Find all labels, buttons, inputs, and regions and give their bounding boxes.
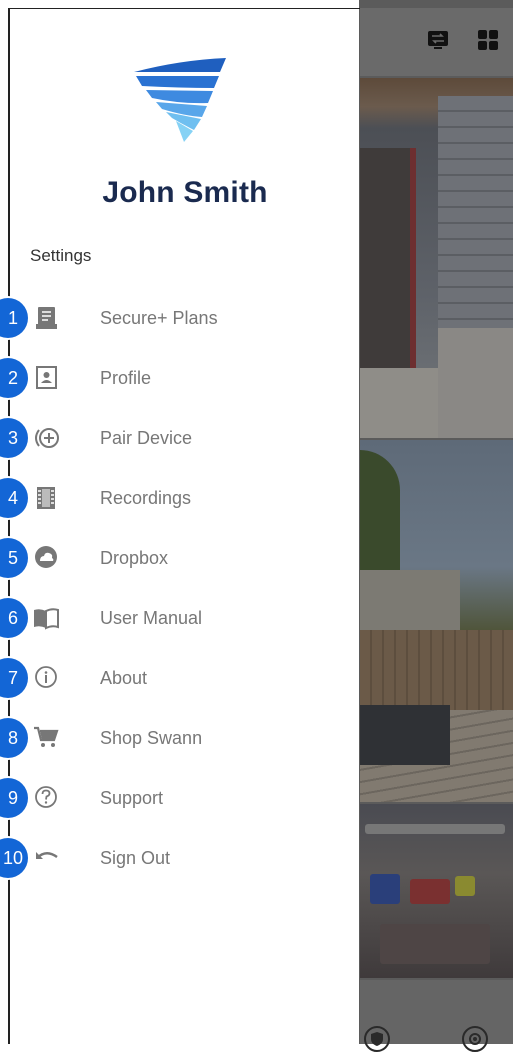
drawer-border-top [8,8,360,9]
user-name: John Smith [102,176,268,209]
menu-label: Secure+ Plans [100,308,218,328]
menu-label: Support [100,788,164,808]
grid-view-icon[interactable] [476,28,500,52]
info-icon [35,666,57,688]
sign-out-icon [36,852,58,859]
pair-device-icon [35,428,59,448]
menu-item-user-manual[interactable]: 6 User Manual [0,598,359,654]
settings-heading: Settings [30,246,92,265]
badge-number: 1 [7,308,18,328]
badge-number: 5 [7,548,18,568]
number-badge: 1 [0,298,28,338]
switch-view-icon[interactable] [426,28,450,52]
storage-box [455,876,475,896]
number-badge: 6 [0,598,28,638]
storage-bin [410,879,450,904]
menu-label: User Manual [100,608,203,628]
fence [360,630,513,710]
cloud-icon [35,546,57,568]
menu-item-pair-device[interactable]: 3 Pair Device [0,418,359,474]
menu-item-dropbox[interactable]: 5 Dropbox [0,538,359,594]
menu-label: Shop Swann [100,728,203,748]
menu-item-about[interactable]: 7 About [0,658,359,714]
number-badge: 2 [0,358,28,398]
number-badge: 7 [0,658,28,698]
menu-item-recordings[interactable]: 4 Recordings [0,478,359,534]
menu-item-profile[interactable]: 2 Profile [0,358,359,414]
number-badge: 3 [0,418,28,458]
number-badge: 4 [0,478,28,518]
stone-wall [438,328,513,438]
camera-feed-front-door[interactable] [360,78,513,438]
camera-feed-backyard[interactable] [360,440,513,802]
gear-icon[interactable] [462,1026,488,1052]
shelf [365,824,505,834]
swann-logo [134,58,226,142]
menu-label: Recordings [100,488,192,508]
menu-label: Profile [100,368,152,388]
profile-icon [36,366,57,389]
menu-item-secure-plans[interactable]: 1 Secure+ Plans [0,298,359,354]
menu-label: About [100,668,148,688]
badge-number: 7 [7,668,18,688]
help-icon [35,786,57,808]
menu-item-shop-swann[interactable]: 8 Shop Swann [0,718,359,774]
cart-icon [34,726,59,747]
porch-floor [360,368,438,438]
book-icon [34,608,59,630]
rug [360,705,450,765]
number-badge: 10 [0,838,28,878]
menu-item-sign-out[interactable]: 10 Sign Out [0,838,359,894]
menu-label: Pair Device [100,428,193,448]
number-badge: 9 [0,778,28,818]
recordings-film-icon [37,487,55,509]
number-badge: 5 [0,538,28,578]
menu-item-support[interactable]: 9 Support [0,778,359,834]
storage-bin [370,874,400,904]
badge-number: 9 [7,788,18,808]
camera-feed-garage[interactable] [360,804,513,978]
badge-number: 4 [7,488,18,508]
badge-number: 10 [2,848,24,868]
plan-document-icon [36,307,57,329]
shield-icon[interactable] [364,1026,390,1052]
menu-label: Dropbox [100,548,169,568]
badge-number: 8 [7,728,18,748]
menu-label: Sign Out [100,848,171,868]
badge-number: 6 [7,608,18,628]
badge-number: 3 [7,428,18,448]
badge-number: 2 [7,368,18,388]
number-badge: 8 [0,718,28,758]
garage-items [380,924,490,964]
